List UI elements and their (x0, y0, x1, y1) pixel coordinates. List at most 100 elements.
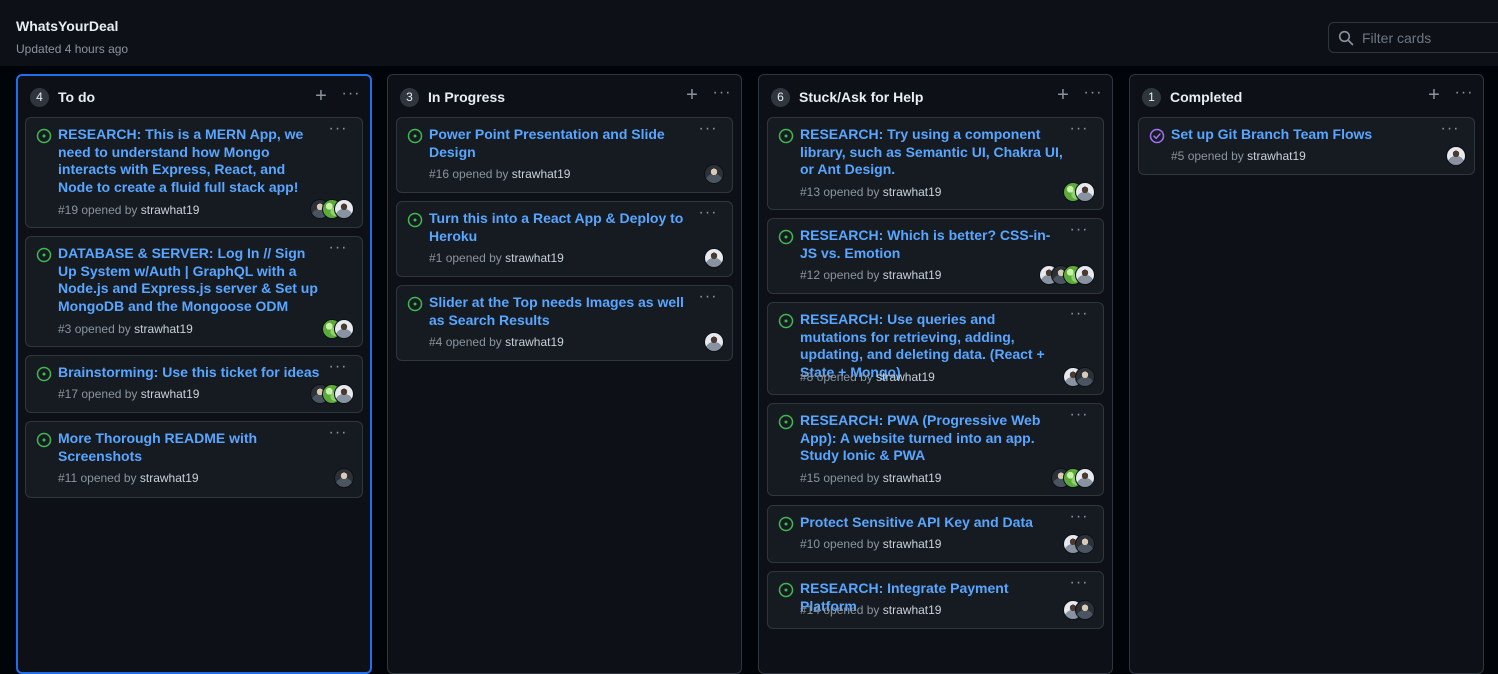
card-menu-icon[interactable]: ··· (328, 425, 348, 442)
avatar[interactable] (1075, 600, 1095, 620)
card[interactable]: Set up Git Branch Team Flows ··· #5 open… (1138, 117, 1475, 175)
card-menu-icon[interactable]: ··· (1069, 407, 1089, 424)
card-menu-icon[interactable]: ··· (328, 359, 348, 376)
card[interactable]: RESEARCH: Which is better? CSS-in-JS vs.… (767, 218, 1104, 294)
card-author[interactable]: strawhat19 (1247, 149, 1306, 163)
avatar[interactable] (334, 319, 354, 339)
issue-number: #11 (58, 471, 78, 485)
avatar[interactable] (1075, 534, 1095, 554)
card-title[interactable]: Turn this into a React App & Deploy to H… (429, 210, 695, 245)
card[interactable]: Turn this into a React App & Deploy to H… (396, 201, 733, 277)
avatar[interactable] (704, 332, 724, 352)
assignee-avatars (1446, 146, 1466, 166)
card-menu-icon[interactable]: ··· (698, 289, 718, 306)
column-menu-icon[interactable]: ··· (1454, 85, 1474, 104)
card-meta: #4 opened by strawhat19 (429, 335, 564, 349)
avatar[interactable] (334, 468, 354, 488)
card-title[interactable]: RESEARCH: Which is better? CSS-in-JS vs.… (800, 227, 1066, 262)
column-header: 6 Stuck/Ask for Help + ··· (759, 75, 1112, 117)
card[interactable]: Brainstorming: Use this ticket for ideas… (25, 355, 363, 413)
card-menu-icon[interactable]: ··· (1069, 509, 1089, 526)
avatar[interactable] (1075, 468, 1095, 488)
card[interactable]: DATABASE & SERVER: Log In // Sign Up Sys… (25, 236, 363, 347)
card-menu-icon[interactable]: ··· (1069, 121, 1089, 138)
open-issue-icon (407, 128, 423, 144)
card[interactable]: Protect Sensitive API Key and Data ··· #… (767, 505, 1104, 563)
filter-cards-field[interactable] (1328, 22, 1498, 53)
avatar[interactable] (1446, 146, 1466, 166)
card[interactable]: Slider at the Top needs Images as well a… (396, 285, 733, 361)
card-author[interactable]: strawhat19 (505, 335, 564, 349)
card-author[interactable]: strawhat19 (134, 322, 193, 336)
board-header: WhatsYourDeal Updated 4 hours ago (0, 0, 1498, 66)
avatar[interactable] (334, 384, 354, 404)
card-title[interactable]: More Thorough README with Screenshots (58, 430, 324, 465)
avatar[interactable] (1075, 182, 1095, 202)
assignee-avatars (310, 199, 354, 219)
card[interactable]: RESEARCH: PWA (Progressive Web App): A w… (767, 403, 1104, 496)
avatar[interactable] (1075, 265, 1095, 285)
column-menu-icon[interactable]: ··· (712, 85, 732, 104)
card-title[interactable]: Slider at the Top needs Images as well a… (429, 294, 695, 329)
card-author[interactable]: strawhat19 (141, 387, 200, 401)
column-header: 3 In Progress + ··· (388, 75, 741, 117)
card-menu-icon[interactable]: ··· (1440, 121, 1460, 138)
avatar[interactable] (704, 248, 724, 268)
card-menu-icon[interactable]: ··· (1069, 222, 1089, 239)
card-title[interactable]: Set up Git Branch Team Flows (1171, 126, 1437, 144)
card-title[interactable]: Brainstorming: Use this ticket for ideas (58, 364, 324, 382)
card-menu-icon[interactable]: ··· (1069, 575, 1089, 592)
filter-cards-input[interactable] (1362, 29, 1498, 46)
open-issue-icon (778, 582, 794, 598)
issue-number: #19 (58, 203, 79, 217)
card-author[interactable]: strawhat19 (876, 370, 935, 384)
card-title[interactable]: RESEARCH: This is a MERN App, we need to… (58, 126, 324, 196)
card-author[interactable]: strawhat19 (512, 167, 571, 181)
card-menu-icon[interactable]: ··· (328, 240, 348, 257)
card[interactable]: RESEARCH: This is a MERN App, we need to… (25, 117, 363, 228)
add-card-icon[interactable]: + (313, 86, 329, 106)
open-issue-icon (778, 128, 794, 144)
card-author[interactable]: strawhat19 (140, 471, 199, 485)
card[interactable]: RESEARCH: Integrate Payment Platform ···… (767, 571, 1104, 629)
card-author[interactable]: strawhat19 (883, 537, 942, 551)
card-title[interactable]: RESEARCH: PWA (Progressive Web App): A w… (800, 412, 1066, 465)
card-menu-icon[interactable]: ··· (1069, 306, 1089, 323)
open-issue-icon (36, 128, 52, 144)
add-card-icon[interactable]: + (1055, 85, 1071, 105)
assignee-avatars (704, 332, 724, 352)
avatar[interactable] (1075, 367, 1095, 387)
issue-number: #4 (429, 335, 443, 349)
card-menu-icon[interactable]: ··· (698, 205, 718, 222)
card[interactable]: More Thorough README with Screenshots ··… (25, 421, 363, 498)
card-author[interactable]: strawhat19 (883, 471, 942, 485)
board-title[interactable]: WhatsYourDeal (16, 18, 118, 34)
card[interactable]: RESEARCH: Use queries and mutations for … (767, 302, 1104, 395)
card-menu-icon[interactable]: ··· (698, 121, 718, 138)
card-author[interactable]: strawhat19 (883, 268, 942, 282)
column-menu-icon[interactable]: ··· (1083, 85, 1103, 104)
card-author[interactable]: strawhat19 (883, 185, 942, 199)
card-title[interactable]: RESEARCH: Try using a component library,… (800, 126, 1066, 179)
card[interactable]: RESEARCH: Try using a component library,… (767, 117, 1104, 210)
card-author[interactable]: strawhat19 (883, 603, 942, 617)
opened-by-label: opened by (823, 537, 880, 551)
card-author[interactable]: strawhat19 (505, 251, 564, 265)
assignee-avatars (334, 468, 354, 488)
column-menu-icon[interactable]: ··· (341, 86, 361, 105)
card-author[interactable]: strawhat19 (141, 203, 200, 217)
card-title[interactable]: DATABASE & SERVER: Log In // Sign Up Sys… (58, 245, 324, 315)
assignee-avatars (1063, 534, 1095, 554)
avatar[interactable] (704, 164, 724, 184)
card-title[interactable]: Protect Sensitive API Key and Data (800, 514, 1066, 532)
card-meta: #10 opened by strawhat19 (800, 537, 941, 551)
card[interactable]: Power Point Presentation and Slide Desig… (396, 117, 733, 193)
add-card-icon[interactable]: + (684, 85, 700, 105)
card-meta: #19 opened by strawhat19 (58, 203, 199, 217)
opened-by-label: opened by (816, 370, 873, 384)
add-card-icon[interactable]: + (1426, 85, 1442, 105)
avatar[interactable] (334, 199, 354, 219)
card-menu-icon[interactable]: ··· (328, 121, 348, 138)
opened-by-label: opened by (823, 185, 880, 199)
card-title[interactable]: Power Point Presentation and Slide Desig… (429, 126, 695, 161)
